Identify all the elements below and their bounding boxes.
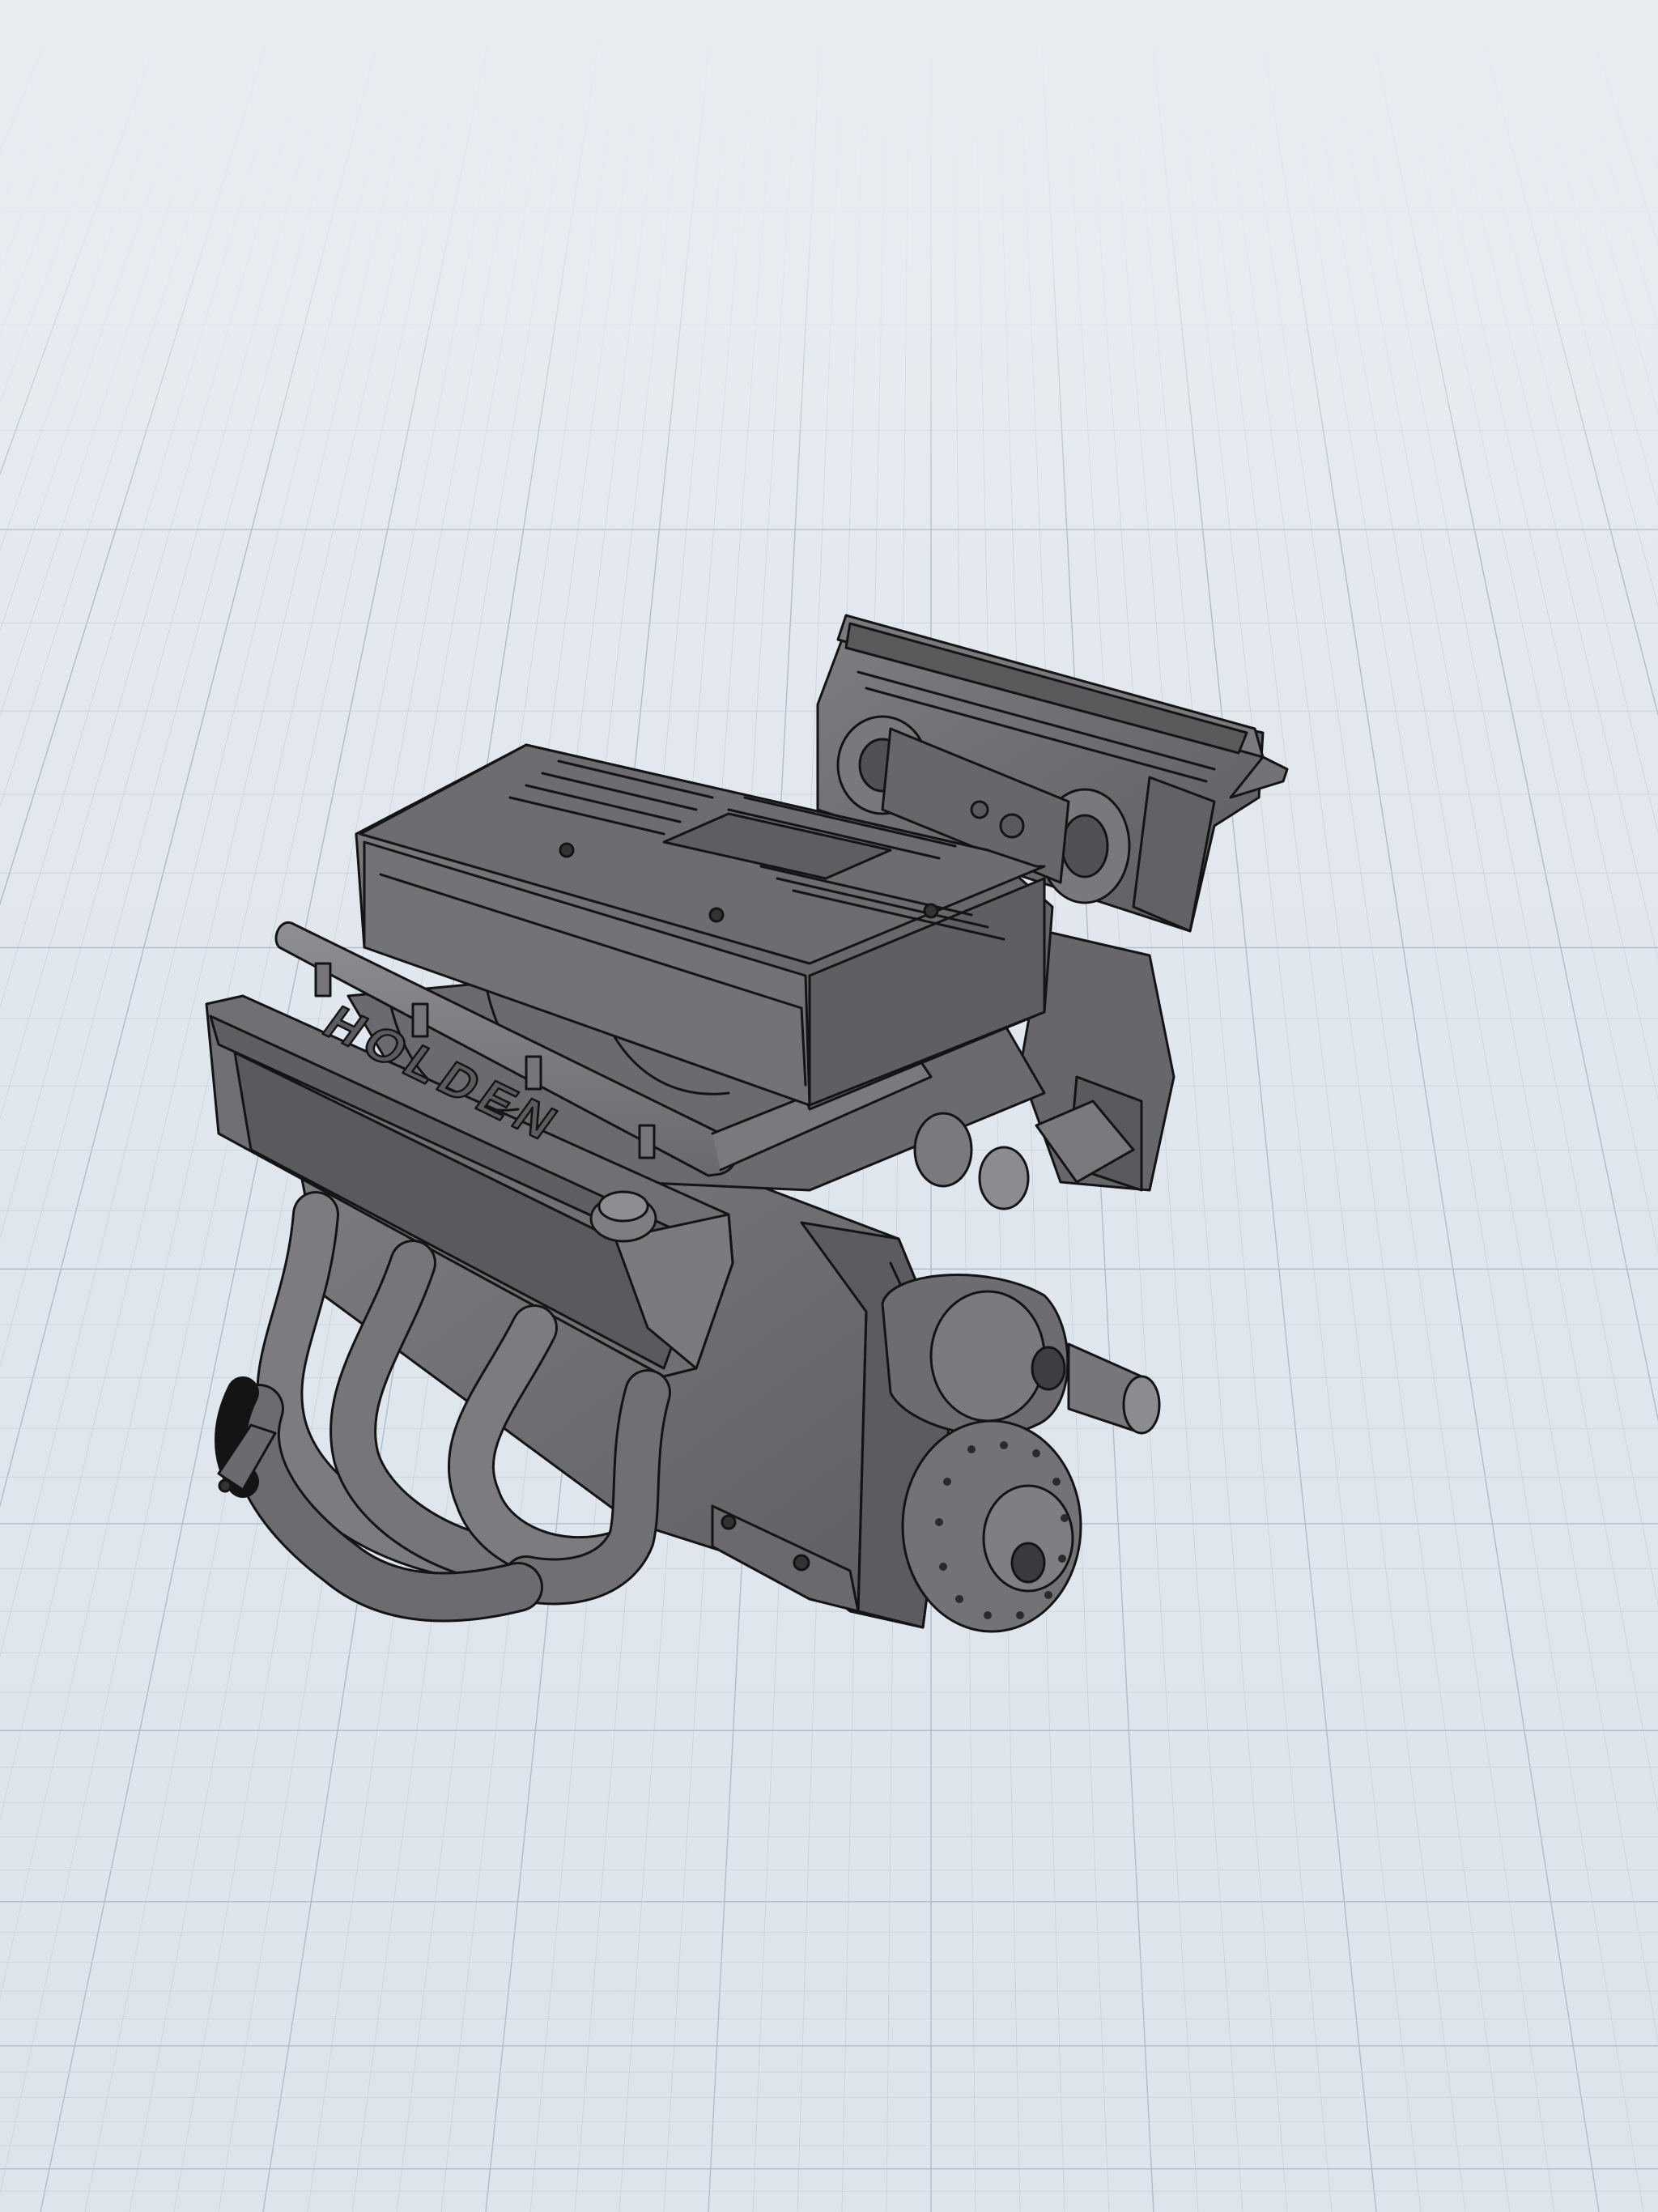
engine-model[interactable]: HOLDEN: [0, 0, 1658, 2212]
3d-viewport[interactable]: HOLDEN: [0, 0, 1658, 2212]
crank-damper: [901, 1419, 1082, 1633]
